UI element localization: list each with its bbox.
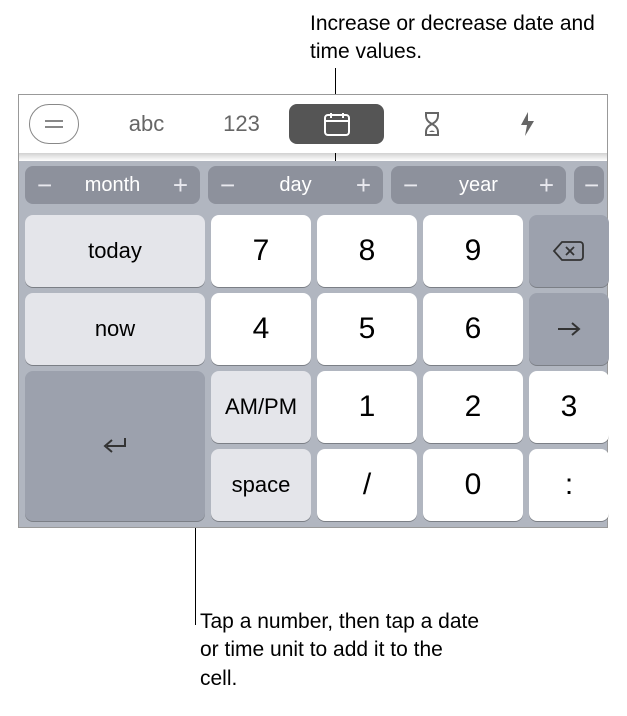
- key-slash[interactable]: /: [317, 449, 417, 521]
- unit-day[interactable]: − day +: [208, 166, 383, 204]
- key-4[interactable]: 4: [211, 293, 311, 365]
- tab-text[interactable]: abc: [99, 104, 194, 144]
- unit-more[interactable]: −: [574, 166, 604, 204]
- minus-icon: −: [37, 170, 52, 201]
- key-next[interactable]: [529, 293, 609, 365]
- tab-numeric[interactable]: 123: [194, 104, 289, 144]
- key-8[interactable]: 8: [317, 215, 417, 287]
- hourglass-icon: [421, 110, 443, 138]
- plus-icon: +: [539, 170, 554, 201]
- unit-label: year: [459, 174, 498, 197]
- minus-icon: −: [220, 170, 235, 201]
- backspace-icon: [552, 240, 586, 262]
- key-6[interactable]: 6: [423, 293, 523, 365]
- key-0[interactable]: 0: [423, 449, 523, 521]
- key-1[interactable]: 1: [317, 371, 417, 443]
- keypad: today 7 8 9 now 4 5 6 AM/PM 1 2 3: [19, 209, 607, 527]
- return-icon: [101, 435, 129, 457]
- key-now[interactable]: now: [25, 293, 205, 365]
- datetime-keyboard: abc 123 − month +: [18, 94, 608, 528]
- callout-top: Increase or decrease date and time value…: [310, 10, 610, 67]
- key-5[interactable]: 5: [317, 293, 417, 365]
- unit-adjust-row: − month + − day + − year + −: [19, 161, 607, 209]
- callout-bottom: Tap a number, then tap a date or time un…: [200, 608, 480, 693]
- unit-label: day: [279, 174, 311, 197]
- arrow-right-icon: [556, 320, 582, 338]
- tab-quick[interactable]: [479, 104, 574, 144]
- unit-month[interactable]: − month +: [25, 166, 200, 204]
- key-return[interactable]: [25, 371, 205, 521]
- minus-icon: −: [403, 170, 418, 201]
- plus-icon: +: [356, 170, 371, 201]
- tab-duration[interactable]: [384, 104, 479, 144]
- formula-editor-button[interactable]: [29, 104, 79, 144]
- key-today[interactable]: today: [25, 215, 205, 287]
- key-3[interactable]: 3: [529, 371, 609, 443]
- minus-icon: −: [584, 170, 599, 201]
- lightning-icon: [518, 110, 536, 138]
- unit-label: month: [85, 174, 141, 197]
- key-2[interactable]: 2: [423, 371, 523, 443]
- key-space[interactable]: space: [211, 449, 311, 521]
- key-7[interactable]: 7: [211, 215, 311, 287]
- keyboard-top-toolbar: abc 123: [19, 95, 607, 153]
- equals-icon: [43, 117, 65, 131]
- key-backspace[interactable]: [529, 215, 609, 287]
- plus-icon: +: [173, 170, 188, 201]
- toolbar-shadow: [19, 153, 607, 161]
- key-colon[interactable]: :: [529, 449, 609, 521]
- calendar-icon: [322, 111, 352, 137]
- unit-year[interactable]: − year +: [391, 166, 566, 204]
- key-9[interactable]: 9: [423, 215, 523, 287]
- tab-datetime[interactable]: [289, 104, 384, 144]
- key-ampm[interactable]: AM/PM: [211, 371, 311, 443]
